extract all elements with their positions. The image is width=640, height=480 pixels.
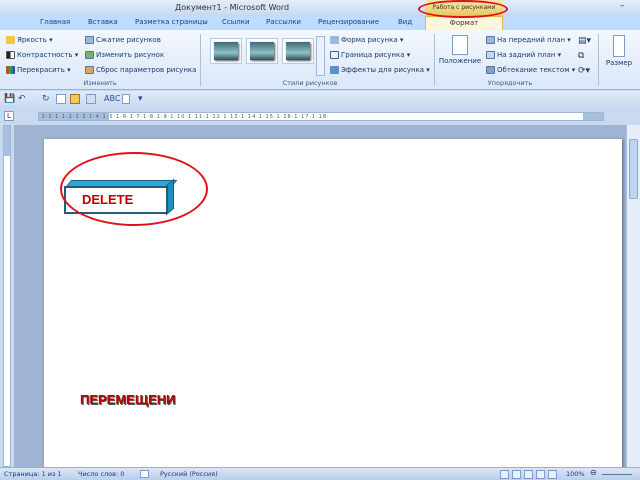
minimize-button[interactable]: – [620, 1, 625, 11]
annotation-ellipse-delete [60, 152, 208, 226]
ribbon-tabs: Главная Вставка Разметка страницы Ссылки… [0, 16, 640, 30]
new-document-icon[interactable] [56, 94, 66, 104]
shape-icon [330, 36, 339, 44]
page-icon[interactable] [122, 94, 130, 104]
annotation-ellipse-context-tab [418, 0, 508, 18]
ruler-ticks: ·2·1·1·1·2·1·3·1·4·1·5·1·6·1·7·1·8·1·9·1… [39, 114, 330, 120]
tab-mailings[interactable]: Рассылки [266, 18, 301, 26]
contrast-button[interactable]: Контрастность ▾ [6, 51, 78, 59]
picture-icon [85, 51, 94, 59]
tab-references[interactable]: Ссылки [222, 18, 250, 26]
tab-review[interactable]: Рецензирование [318, 18, 379, 26]
reset-icon [85, 66, 94, 74]
status-language[interactable]: Русский (Россия) [160, 470, 218, 478]
print-layout-view-button[interactable] [500, 470, 509, 479]
arrange-group-label: Упорядочить [487, 79, 533, 87]
bring-to-front-button[interactable]: На передний план ▾ [486, 36, 571, 44]
web-layout-view-button[interactable] [524, 470, 533, 479]
vertical-ruler [0, 125, 14, 467]
palette-icon [6, 66, 15, 74]
styles-gallery-scroll[interactable] [316, 36, 325, 76]
send-back-icon [486, 51, 495, 59]
compress-pictures-button[interactable]: Сжатие рисунков [85, 36, 161, 44]
undo-icon[interactable]: ↶ [18, 94, 26, 104]
text-wrap-button[interactable]: Обтекание текстом ▾ [486, 66, 575, 74]
open-folder-icon[interactable] [70, 94, 80, 104]
change-picture-button[interactable]: Изменить рисунок [85, 51, 164, 59]
scroll-thumb[interactable] [629, 139, 638, 199]
qat-more-icon[interactable]: ▾ [138, 94, 143, 104]
draft-view-button[interactable] [548, 470, 557, 479]
tab-selector[interactable]: L [4, 111, 14, 121]
move-label[interactable]: ПЕРЕМЕЩЕНИ [80, 392, 176, 407]
picture-effects-button[interactable]: Эффекты для рисунка ▾ [330, 66, 430, 74]
ribbon: Яркость ▾ Контрастность ▾ Перекрасить ▾ … [0, 30, 640, 90]
vertical-scrollbar[interactable] [626, 125, 640, 467]
tab-home[interactable]: Главная [40, 18, 70, 26]
group-divider [598, 34, 599, 86]
position-button[interactable]: Положение [438, 35, 482, 65]
compress-icon [85, 36, 94, 44]
zoom-slider[interactable] [602, 474, 632, 475]
tab-format[interactable]: Формат [425, 16, 503, 30]
zoom-out-icon[interactable]: ⊖ [590, 468, 597, 477]
align-icon[interactable]: ▤▾ [578, 36, 591, 46]
title-bar: Документ1 - Microsoft Word Работа с рису… [0, 0, 640, 16]
zoom-level[interactable]: 100% [566, 470, 585, 478]
status-words[interactable]: Число слов: 0 [78, 470, 124, 478]
print-icon[interactable] [86, 94, 96, 104]
sun-icon [6, 36, 15, 44]
tab-page-layout[interactable]: Разметка страницы [135, 18, 208, 26]
picture-style-1[interactable] [210, 38, 242, 64]
pencil-icon [330, 51, 339, 59]
brightness-button[interactable]: Яркость ▾ [6, 36, 53, 44]
tab-insert[interactable]: Вставка [88, 18, 118, 26]
picture-border-button[interactable]: Граница рисунка ▾ [330, 51, 410, 59]
picture-style-3[interactable] [282, 38, 314, 64]
effects-icon [330, 66, 339, 74]
size-button[interactable]: Размер [600, 35, 638, 67]
group-divider [200, 34, 201, 86]
size-icon [613, 35, 625, 57]
picture-style-2[interactable] [246, 38, 278, 64]
group-divider [434, 34, 435, 86]
rotate-icon[interactable]: ⟳▾ [578, 66, 590, 76]
save-icon[interactable]: 💾 [4, 94, 15, 104]
contrast-icon [6, 51, 15, 59]
bring-front-icon [486, 36, 495, 44]
spelling-icon[interactable]: ABC [104, 94, 120, 103]
proofing-icon[interactable] [140, 470, 149, 478]
status-page[interactable]: Страница: 1 из 1 [4, 470, 62, 478]
styles-group-label: Стили рисунков [282, 79, 338, 87]
window-title: Документ1 - Microsoft Word [175, 3, 290, 12]
redo-icon[interactable]: ↻ [42, 94, 50, 104]
adjust-group-label: Изменить [83, 79, 117, 87]
recolor-button[interactable]: Перекрасить ▾ [6, 66, 71, 74]
text-wrap-icon [486, 66, 495, 74]
full-screen-view-button[interactable] [512, 470, 521, 479]
horizontal-ruler: L ·2·1·1·1·2·1·3·1·4·1·5·1·6·1·7·1·8·1·9… [0, 108, 640, 125]
reset-picture-button[interactable]: Сброс параметров рисунка [85, 66, 196, 74]
group-icon[interactable]: ⧉ [578, 51, 584, 61]
outline-view-button[interactable] [536, 470, 545, 479]
send-to-back-button[interactable]: На задний план ▾ [486, 51, 561, 59]
position-icon [452, 35, 468, 55]
status-bar: Страница: 1 из 1 Число слов: 0 Русский (… [0, 467, 640, 480]
picture-shape-button[interactable]: Форма рисунка ▾ [330, 36, 403, 44]
quick-access-toolbar: 💾 ↶ ↻ ABC ▾ [0, 91, 640, 108]
tab-view[interactable]: Вид [398, 18, 412, 26]
